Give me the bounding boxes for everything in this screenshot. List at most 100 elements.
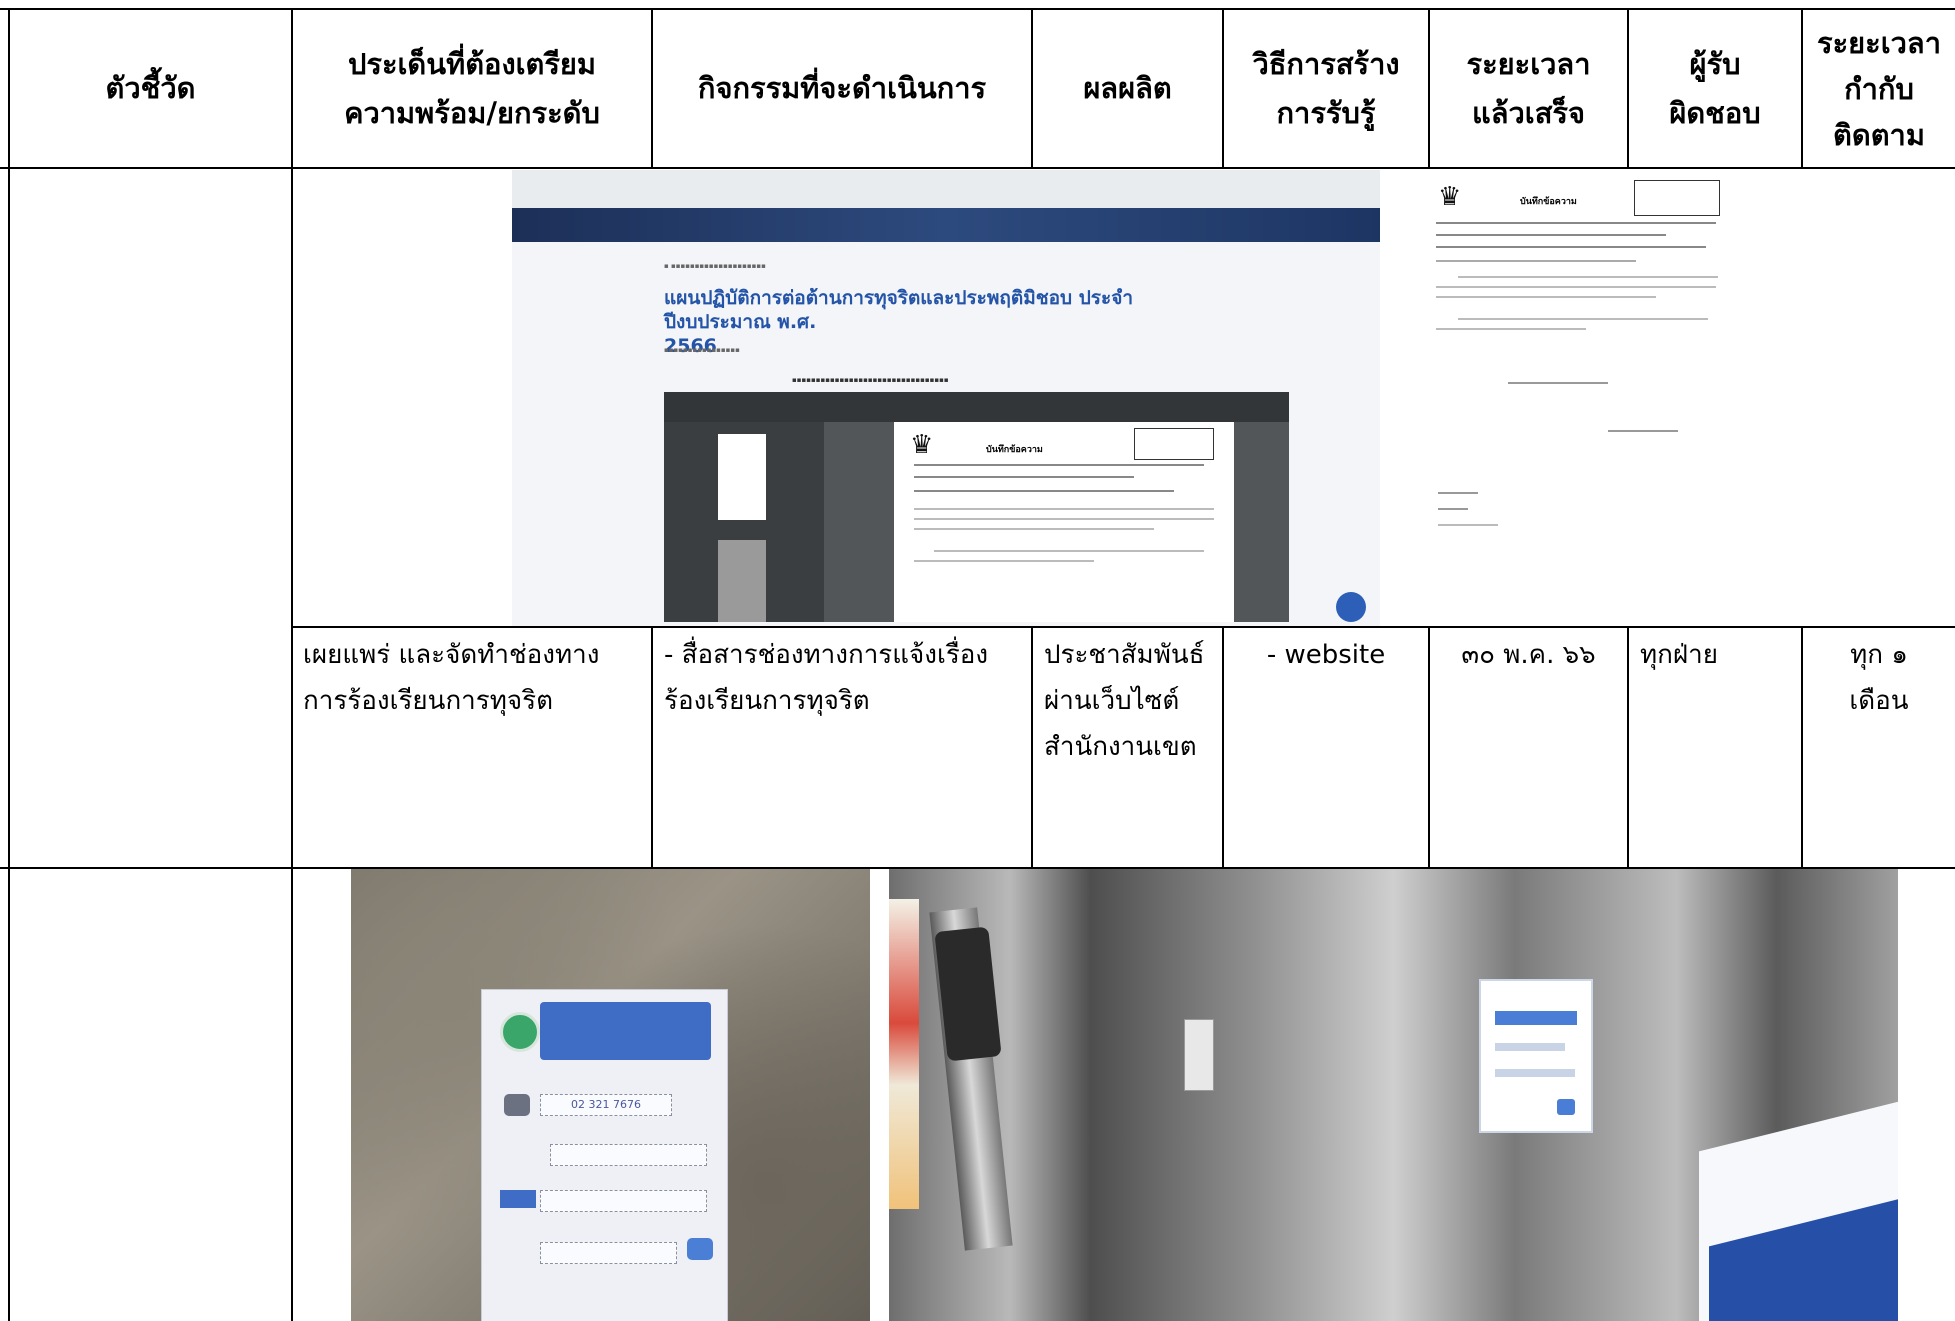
pdf-viewer[interactable]: ♛ บันทึกข้อความ <box>664 422 1289 622</box>
row-monitoring-line-1: ทุก ๑ <box>1850 640 1908 670</box>
received-stamp <box>1134 428 1214 460</box>
row-issue-line-2: การร้องเรียนการทุจริต <box>303 686 553 716</box>
poster-phone-field: 02 321 7676 <box>540 1094 672 1116</box>
chat-icon <box>1557 1099 1575 1115</box>
row-output-line-2: ผ่านเว็บไซต์ <box>1044 686 1180 716</box>
pdf-thumbnail-panel[interactable] <box>664 422 824 622</box>
memo-line <box>1436 286 1716 288</box>
poster-heading <box>540 1002 711 1060</box>
header-output-text: ผลผลิต <box>1083 71 1172 105</box>
signature-line <box>1438 492 1478 494</box>
row-activity-cell: - สื่อสารช่องทางการแจ้งเรื่อง ร้องเรียนก… <box>664 632 1028 724</box>
memo-line <box>1436 246 1706 248</box>
header-monitoring-line-1: ระยะเวลา <box>1817 25 1941 60</box>
memo-line <box>934 550 1204 552</box>
row-monitoring-cell: ทุก ๑ เดือน <box>1803 632 1955 724</box>
header-owner-line-2: ผิดชอบ <box>1669 95 1761 130</box>
poster-field <box>1495 1043 1565 1051</box>
memo-line <box>914 518 1214 520</box>
wall-poster-photo: 02 321 7676 <box>351 869 870 1321</box>
header-issue-line-1: ประเด็นที่ต้องเตรียม <box>347 46 597 81</box>
row-issue-line-1: เผยแพร่ และจัดทำช่องทาง <box>303 640 600 670</box>
row-owner-text: ทุกฝ่าย <box>1640 640 1718 670</box>
column-divider <box>291 8 293 1321</box>
page-title: แผนปฏิบัติการต่อต้านการทุจริตและประพฤติม… <box>664 286 1224 358</box>
pdf-page: ♛ บันทึกข้อความ <box>894 422 1234 622</box>
row-monitoring-line-2: เดือน <box>1849 686 1909 716</box>
column-divider <box>1031 626 1033 867</box>
header-owner-line-1: ผู้รับ <box>1689 46 1741 81</box>
poster-heading <box>1495 1011 1577 1025</box>
header-bottom-border <box>0 167 1955 169</box>
row-awareness-text: - website <box>1266 640 1386 670</box>
header-completion: ระยะเวลา แล้วเสร็จ <box>1430 10 1627 167</box>
memo-heading: บันทึกข้อความ <box>1520 197 1577 207</box>
memo-line <box>914 464 1204 466</box>
memo-heading: บันทึกข้อความ <box>986 445 1043 455</box>
garuda-seal-icon: ♛ <box>910 430 934 460</box>
memo-line <box>1458 318 1708 320</box>
column-divider <box>1627 626 1629 867</box>
row-awareness-cell: - website <box>1224 632 1428 678</box>
memo-line <box>1436 234 1666 236</box>
memo-line <box>914 528 1154 530</box>
header-monitoring: ระยะเวลา กำกับ ติดตาม <box>1803 10 1955 167</box>
header-awareness-line-1: วิธีการสร้าง <box>1252 46 1400 81</box>
signature-line <box>1608 430 1678 432</box>
row-completion-text: ๓๐ พ.ค. ๖๖ <box>1461 640 1596 670</box>
pdf-toolbar[interactable] <box>664 392 1289 422</box>
row-activity-line-1: - สื่อสารช่องทางการแจ้งเรื่อง <box>664 640 989 670</box>
phone-icon <box>504 1094 530 1116</box>
poster-field <box>540 1190 707 1212</box>
row-completion-cell: ๓๐ พ.ค. ๖๖ <box>1430 632 1627 678</box>
row-activity-line-2: ร้องเรียนการทุจริต <box>664 686 870 716</box>
pdf-thumbnail[interactable] <box>718 434 766 520</box>
header-activity: กิจกรรมที่จะดำเนินการ <box>653 10 1031 167</box>
memo-line <box>914 490 1174 492</box>
signature-line <box>1438 524 1498 526</box>
header-awareness: วิธีการสร้าง การรับรู้ <box>1224 10 1428 167</box>
signature-line <box>1508 382 1608 384</box>
header-completion-line-1: ระยะเวลา <box>1466 46 1591 81</box>
memo-line <box>914 508 1214 510</box>
website-banner <box>512 208 1380 242</box>
poster-field <box>1495 1069 1575 1077</box>
row-output-line-3: สำนักงานเขต <box>1044 732 1197 762</box>
pdf-thumbnail[interactable] <box>718 540 766 622</box>
breadcrumb: ▪ ▪▪▪▪▪▪▪▪▪▪▪▪▪▪▪▪▪▪▪▪ <box>664 262 766 270</box>
memo-line <box>914 560 1094 562</box>
header-output: ผลผลิต <box>1033 10 1222 167</box>
table-border-left <box>8 8 10 1321</box>
column-divider <box>651 626 653 867</box>
elevator-poster-photo <box>889 869 1898 1321</box>
memo-line <box>914 476 1134 478</box>
memo-line <box>1458 276 1718 278</box>
page-title-line-2: 2566 <box>664 335 717 357</box>
poster-field <box>550 1144 707 1166</box>
pdf-caption: ▪▪▪▪▪▪▪▪▪▪▪▪▪▪▪▪▪▪▪▪▪▪▪▪▪▪▪▪▪▪▪▪▪ <box>792 376 949 384</box>
memo-line <box>1436 222 1716 224</box>
received-stamp <box>1634 180 1720 216</box>
row-output-line-1: ประชาสัมพันธ์ <box>1044 640 1205 670</box>
header-monitoring-line-3: ติดตาม <box>1833 117 1925 152</box>
memo-line <box>1436 260 1636 262</box>
organization-logo-icon <box>500 1012 540 1052</box>
elevator-notice <box>1184 1019 1214 1091</box>
poster-field <box>540 1242 677 1264</box>
row-issue-cell: เผยแพร่ และจัดทำช่องทาง การร้องเรียนการท… <box>303 632 647 724</box>
publish-date: ▪▪▪▪▪▪▪▪▪▪▪▪▪▪▪▪ <box>664 346 740 354</box>
garuda-seal-icon: ♛ <box>1438 182 1462 212</box>
signature-line <box>1438 508 1468 510</box>
header-monitoring-line-2: กำกับ <box>1844 71 1914 106</box>
elevator-poster <box>1479 979 1593 1133</box>
poster-tag <box>500 1190 536 1208</box>
page-title-line-1: แผนปฏิบัติการต่อต้านการทุจริตและประพฤติม… <box>664 287 1133 333</box>
chat-icon[interactable] <box>1336 592 1366 622</box>
header-owner: ผู้รับ ผิดชอบ <box>1629 10 1801 167</box>
header-indicator-text: ตัวชี้วัด <box>105 71 196 105</box>
row-output-cell: ประชาสัมพันธ์ ผ่านเว็บไซต์ สำนักงานเขต <box>1044 632 1220 770</box>
row-separator <box>291 626 1955 628</box>
complaint-poster: 02 321 7676 <box>481 989 728 1321</box>
elevator-sign <box>889 899 919 1209</box>
header-issue-line-2: ความพร้อม/ยกระดับ <box>344 95 600 130</box>
